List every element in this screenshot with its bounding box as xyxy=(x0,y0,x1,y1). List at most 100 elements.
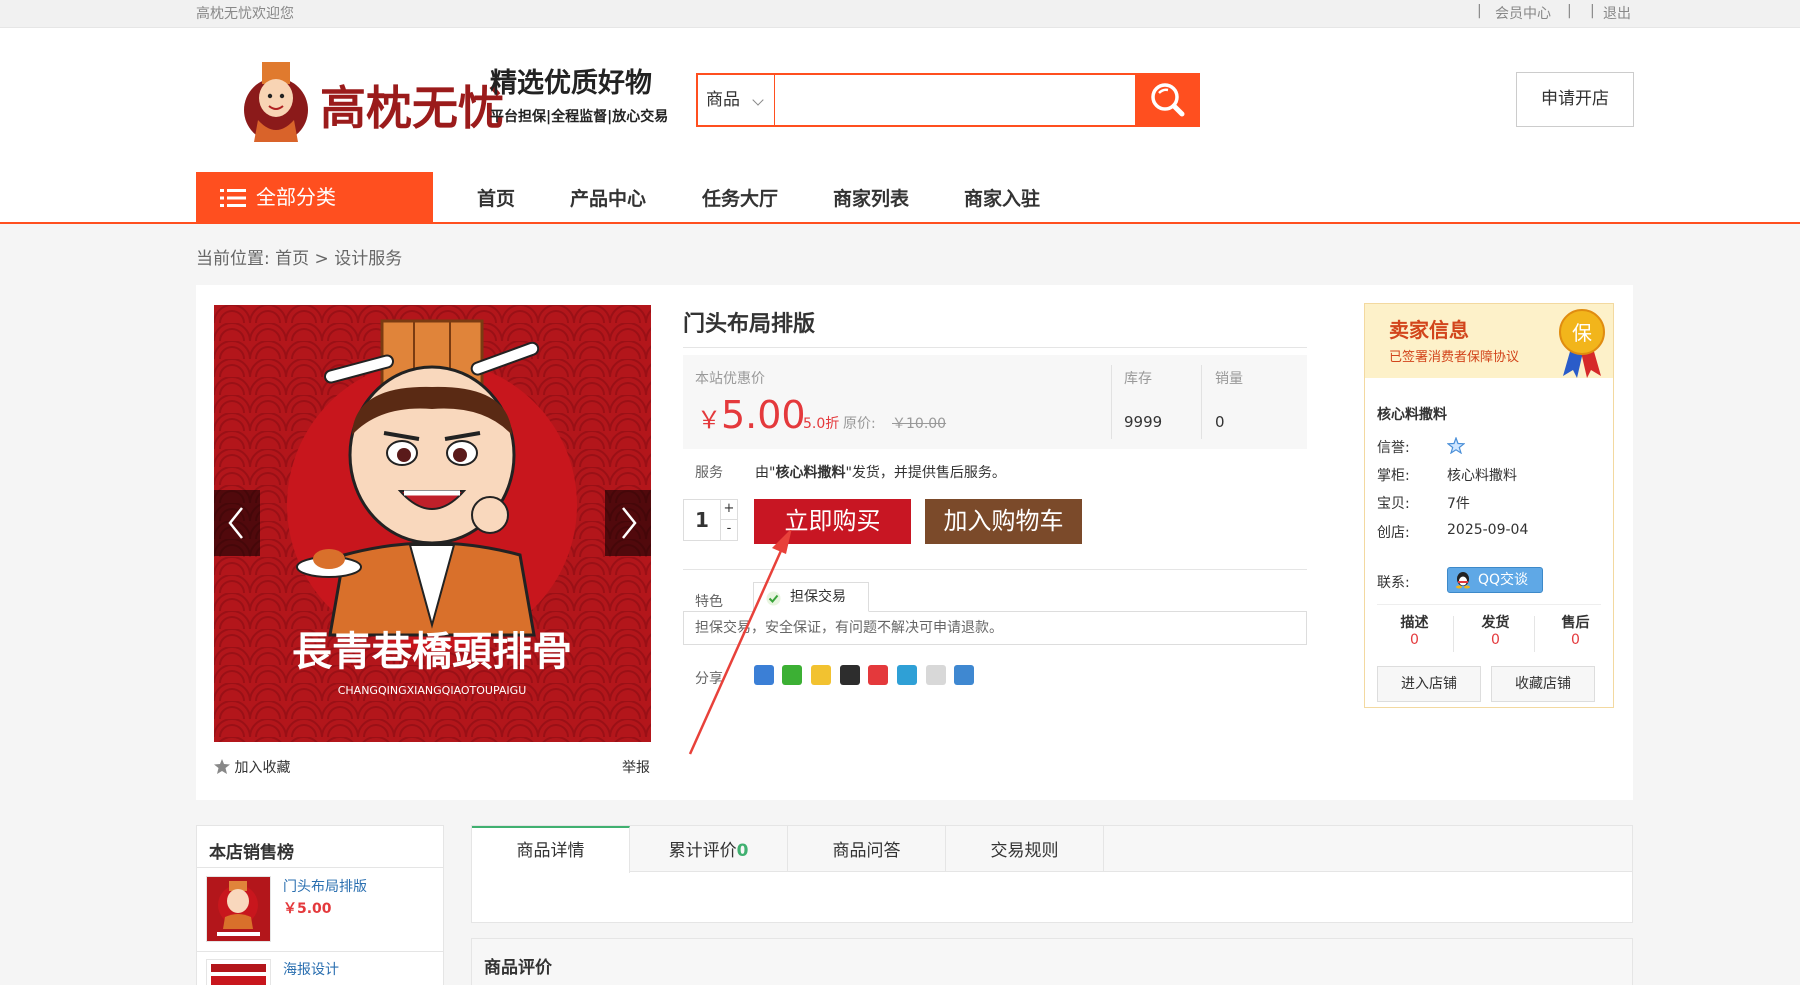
breadcrumb-current[interactable]: 设计服务 xyxy=(334,249,402,269)
nav-merchant-join[interactable]: 商家入驻 xyxy=(964,184,1040,211)
rating-shipping: 发货 0 xyxy=(1458,612,1533,648)
chevron-down-icon xyxy=(752,94,764,106)
report-link[interactable]: 举报 xyxy=(622,757,650,777)
reviews-section: 商品评价 xyxy=(471,938,1633,985)
tab-qa[interactable]: 商品问答 xyxy=(788,826,946,872)
ranking-thumbnail[interactable] xyxy=(206,959,271,985)
divider xyxy=(197,951,443,952)
ranking-thumbnail[interactable] xyxy=(206,876,271,942)
divider xyxy=(1534,616,1535,652)
top-separator: | xyxy=(1590,3,1595,19)
ranking-item-price: ￥5.00 xyxy=(283,901,332,917)
created-value: 2025-09-04 xyxy=(1447,522,1529,538)
rating-aftersales: 售后 0 xyxy=(1538,612,1613,648)
open-shop-button[interactable]: 申请开店 xyxy=(1516,72,1634,127)
rating-value: 0 xyxy=(1571,632,1580,648)
share-qzone-icon[interactable] xyxy=(811,665,831,685)
site-logo[interactable]: 高枕无忧 精选优质好物 平台担保|全程监督|放心交易 xyxy=(236,58,686,142)
breadcrumb-sep: > xyxy=(314,249,329,269)
product-title: 门头布局排版 xyxy=(683,312,816,337)
items-value: 7件 xyxy=(1447,496,1470,512)
add-to-cart-button[interactable]: 加入购物车 xyxy=(925,499,1082,544)
top-bar: 高枕无忧欢迎您 | 会员中心 | | 退出 xyxy=(0,0,1800,28)
tab-bar: 商品详情 累计评价0 商品问答 交易规则 xyxy=(472,826,1632,873)
search-input[interactable] xyxy=(776,75,1133,125)
product-tabs: 商品详情 累计评价0 商品问答 交易规则 xyxy=(471,825,1633,923)
nav-task-hall[interactable]: 任务大厅 xyxy=(702,184,778,211)
price-value: ￥5.00 xyxy=(697,393,806,437)
divider xyxy=(1453,616,1454,652)
rating-label: 发货 xyxy=(1481,615,1510,631)
breadcrumb-label: 当前位置: xyxy=(196,249,270,269)
nav-merchant-list[interactable]: 商家列表 xyxy=(833,184,909,211)
stock-value: 9999 xyxy=(1124,413,1163,431)
search-category-select[interactable]: 商品 xyxy=(698,75,775,125)
list-icon xyxy=(220,189,246,207)
all-categories-label: 全部分类 xyxy=(256,185,336,209)
share-renren-icon[interactable] xyxy=(954,665,974,685)
share-tencent-weibo-icon[interactable] xyxy=(897,665,917,685)
welcome-text: 高枕无忧欢迎您 xyxy=(196,6,294,22)
member-center-link[interactable]: 会员中心 xyxy=(1495,3,1551,23)
tab-details[interactable]: 商品详情 xyxy=(472,826,630,873)
qq-chat-button[interactable]: QQ交谈 xyxy=(1447,567,1543,593)
share-weibo-icon[interactable] xyxy=(868,665,888,685)
favorite-shop-button[interactable]: 收藏店铺 xyxy=(1491,666,1595,702)
top-separator: | xyxy=(1567,3,1572,19)
price-label: 本站优惠价 xyxy=(695,371,765,387)
rating-value: 0 xyxy=(1491,632,1500,648)
add-favorite-link[interactable]: 加入收藏 xyxy=(214,757,290,777)
tab-trade-rules[interactable]: 交易规则 xyxy=(946,826,1104,872)
svg-text:精选优质好物: 精选优质好物 xyxy=(490,68,652,99)
items-label: 宝贝: xyxy=(1377,496,1410,512)
divider xyxy=(1201,365,1202,439)
chevron-right-icon xyxy=(622,507,637,539)
ranking-item-name[interactable]: 海报设计 xyxy=(283,959,339,979)
tab-reviews-label: 累计评价 xyxy=(668,841,737,861)
search-category-label: 商品 xyxy=(706,90,740,110)
credit-star-icon xyxy=(1447,437,1465,454)
svg-text:長青巷橋頭排骨: 長青巷橋頭排骨 xyxy=(292,628,572,675)
image-prev-button[interactable] xyxy=(214,490,260,556)
search-bar: 商品 xyxy=(696,73,1200,127)
original-price-label: 原价: xyxy=(843,416,876,432)
contact-label: 联系: xyxy=(1377,575,1410,591)
breadcrumb-home[interactable]: 首页 xyxy=(275,249,309,269)
product-illustration: 長青巷橋頭排骨 CHANGQINGXIANGQIAOTOUPAIGU xyxy=(214,305,651,742)
share-copy-icon[interactable] xyxy=(926,665,946,685)
top-separator: | xyxy=(1477,3,1482,19)
star-icon xyxy=(214,759,230,774)
product-image: 長青巷橋頭排骨 CHANGQINGXIANGQIAOTOUPAIGU xyxy=(214,305,651,742)
price-box: 本站优惠价 ￥5.00 5.0折 原价: ￥10.00 库存 9999 销量 0 xyxy=(683,355,1307,449)
nav-products[interactable]: 产品中心 xyxy=(570,184,646,211)
service-shop-name: 核心料撒料 xyxy=(775,465,846,481)
nav-home[interactable]: 首页 xyxy=(477,184,515,211)
share-qq-icon[interactable] xyxy=(840,665,860,685)
shop-name: 核心料撒料 xyxy=(1377,407,1447,423)
quantity-increase-button[interactable]: + xyxy=(720,500,737,520)
divider xyxy=(1377,604,1601,605)
ranking-item-name[interactable]: 门头布局排版 xyxy=(283,876,367,896)
guarantee-seal-icon: 保 xyxy=(1559,309,1605,378)
qq-chat-label: QQ交谈 xyxy=(1478,572,1529,588)
svg-text:保: 保 xyxy=(1572,321,1592,345)
discount-text: 5.0折 xyxy=(803,416,840,432)
divider xyxy=(197,867,443,868)
enter-shop-button[interactable]: 进入店铺 xyxy=(1377,666,1481,702)
logout-link[interactable]: 退出 xyxy=(1603,3,1631,23)
reviews-title: 商品评价 xyxy=(484,958,552,978)
search-button[interactable] xyxy=(1135,75,1198,125)
rating-label: 售后 xyxy=(1561,615,1590,631)
ranking-thumb-image xyxy=(207,960,270,985)
product-panel: 長青巷橋頭排骨 CHANGQINGXIANGQIAOTOUPAIGU 加入收藏 … xyxy=(196,285,1633,800)
ranking-title: 本店销售榜 xyxy=(209,843,294,863)
svg-text:平台担保|全程监督|放心交易: 平台担保|全程监督|放心交易 xyxy=(490,108,668,125)
image-next-button[interactable] xyxy=(605,490,651,556)
credit-label: 信誉: xyxy=(1377,440,1410,456)
review-count: 0 xyxy=(736,841,749,861)
tab-reviews[interactable]: 累计评价0 xyxy=(630,826,788,872)
search-icon xyxy=(1151,83,1185,117)
svg-text:高枕无忧: 高枕无忧 xyxy=(320,81,504,135)
all-categories-button[interactable]: 全部分类 xyxy=(196,172,433,223)
service-suffix: "发货，并提供售后服务。 xyxy=(845,465,1006,481)
